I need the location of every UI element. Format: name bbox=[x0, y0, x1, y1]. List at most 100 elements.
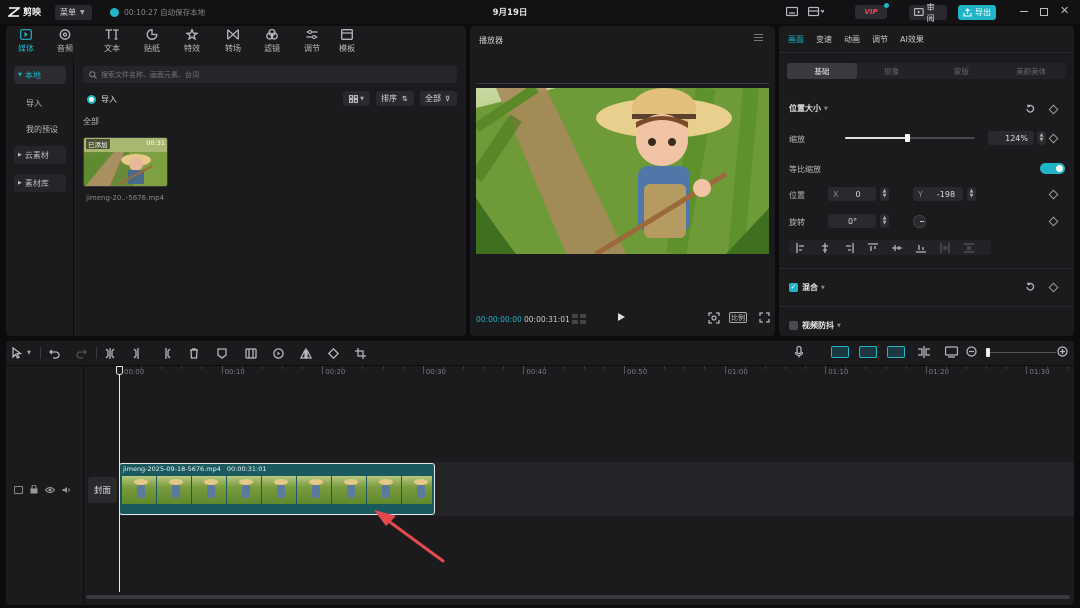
position-x-input[interactable]: X 0 bbox=[828, 187, 876, 201]
speaker-icon[interactable] bbox=[62, 486, 71, 494]
subtab-keying[interactable]: 抠像 bbox=[857, 66, 927, 77]
keyframe-diamond-icon[interactable] bbox=[1048, 104, 1059, 115]
media-search-box[interactable] bbox=[83, 66, 457, 83]
tab-text[interactable]: 文本 bbox=[97, 29, 127, 54]
split-audio-icon[interactable] bbox=[917, 346, 931, 358]
subtab-basic[interactable]: 基础 bbox=[787, 63, 857, 79]
sidebar-item-library[interactable]: ▶ 素材库 bbox=[14, 174, 66, 192]
preview-axis-icon[interactable] bbox=[945, 346, 958, 358]
playhead-handle[interactable] bbox=[116, 366, 123, 375]
scale-slider-thumb[interactable] bbox=[905, 134, 911, 142]
sidebar-item-cloud[interactable]: ▶ 云素材 bbox=[14, 146, 66, 164]
filter-all-button[interactable]: 全部 ⊽ bbox=[420, 91, 457, 106]
split-left-icon[interactable] bbox=[133, 347, 143, 359]
timeline-ruler[interactable]: 00:00 00:10 00:20 00:30 00:40 00:50 01:00 01:10… bbox=[121, 366, 1074, 380]
tab-sticker[interactable]: 贴纸 bbox=[137, 29, 167, 54]
keyframe-diamond-icon[interactable] bbox=[1048, 216, 1059, 227]
subtab-beauty[interactable]: 美颜美体 bbox=[996, 66, 1066, 77]
redo-icon[interactable] bbox=[76, 348, 87, 359]
zoom-slider-thumb[interactable] bbox=[986, 348, 990, 357]
timeline-scrollbar[interactable] bbox=[86, 595, 1070, 599]
tab-speed[interactable]: 变速 bbox=[816, 34, 832, 45]
x-stepper[interactable]: ▲ ▼ bbox=[880, 187, 889, 201]
split-right-icon[interactable] bbox=[161, 347, 171, 359]
crop-icon[interactable] bbox=[354, 347, 366, 359]
align-vcenter-icon[interactable] bbox=[892, 243, 902, 253]
close-icon[interactable]: ✕ bbox=[1060, 4, 1069, 17]
align-top-icon[interactable] bbox=[868, 242, 878, 253]
align-left-icon[interactable] bbox=[796, 242, 806, 253]
align-bottom-icon[interactable] bbox=[916, 243, 926, 253]
play-icon[interactable] bbox=[618, 313, 625, 321]
scale-stepper[interactable]: ▲ ▼ bbox=[1037, 131, 1046, 145]
sidebar-item-local[interactable]: ▼ 本地 bbox=[14, 66, 66, 84]
tab-media[interactable]: 媒体 bbox=[11, 29, 41, 54]
expand-icon[interactable] bbox=[759, 312, 770, 323]
rotate-input[interactable]: 0° bbox=[828, 214, 876, 228]
subtab-mask[interactable]: 蒙版 bbox=[927, 66, 997, 77]
linkage-icon[interactable] bbox=[887, 346, 905, 358]
player-menu-icon[interactable] bbox=[754, 34, 763, 41]
menu-button[interactable]: 菜单 ▼ bbox=[55, 5, 92, 20]
tab-effects[interactable]: 特效 bbox=[177, 27, 207, 54]
lock-icon[interactable] bbox=[30, 485, 38, 494]
split-icon[interactable] bbox=[105, 347, 115, 359]
freeze-frame-icon[interactable] bbox=[245, 347, 257, 359]
playhead-line[interactable] bbox=[119, 366, 120, 592]
distribute-v-icon[interactable] bbox=[964, 242, 974, 253]
eye-icon[interactable] bbox=[45, 486, 55, 494]
export-button[interactable]: 导出 bbox=[958, 5, 996, 20]
position-y-input[interactable]: Y -198 bbox=[913, 187, 963, 201]
track-preview-icon[interactable] bbox=[14, 485, 23, 494]
undo-icon[interactable] bbox=[48, 348, 60, 359]
layout-icon[interactable] bbox=[808, 6, 824, 17]
mirror-icon[interactable] bbox=[299, 347, 312, 359]
search-input[interactable] bbox=[101, 70, 441, 79]
y-stepper[interactable]: ▲ ▼ bbox=[967, 187, 976, 201]
tab-animation[interactable]: 动画 bbox=[844, 34, 860, 45]
keyboard-icon[interactable] bbox=[786, 6, 798, 17]
microphone-icon[interactable] bbox=[795, 346, 803, 358]
cursor-select-icon[interactable] bbox=[12, 347, 22, 359]
minimize-icon[interactable] bbox=[1020, 11, 1028, 12]
tab-template[interactable]: 模板 bbox=[332, 29, 362, 54]
view-toggle[interactable]: ▼ bbox=[343, 91, 370, 106]
review-button[interactable]: 审阅 bbox=[909, 3, 947, 23]
reverse-play-icon[interactable] bbox=[273, 347, 284, 359]
reset-icon[interactable] bbox=[1025, 104, 1035, 114]
sort-button[interactable]: 排序 ⇅ bbox=[376, 91, 414, 106]
tab-filter[interactable]: 滤镜 bbox=[257, 28, 287, 54]
tab-picture[interactable]: 画面 bbox=[788, 34, 804, 45]
vip-button[interactable]: VIP bbox=[855, 3, 889, 19]
ratio-button[interactable]: 比例 bbox=[729, 312, 747, 323]
scale-input[interactable]: 124% bbox=[988, 131, 1034, 145]
cover-button[interactable]: 封面 bbox=[88, 477, 117, 503]
tab-ai-effects[interactable]: AI效果 bbox=[900, 34, 924, 45]
zoom-out-icon[interactable] bbox=[966, 346, 977, 357]
tab-adjust[interactable]: 调节 bbox=[297, 29, 327, 54]
keyframe-diamond-icon[interactable] bbox=[1048, 189, 1059, 200]
sidebar-item-presets[interactable]: 我的预设 bbox=[26, 124, 58, 135]
scale-slider-track[interactable] bbox=[845, 134, 975, 142]
main-track-magnet-icon[interactable] bbox=[831, 346, 849, 358]
marker-icon[interactable] bbox=[217, 347, 227, 359]
stabilize-checkbox[interactable] bbox=[789, 321, 798, 330]
delete-icon[interactable] bbox=[189, 347, 199, 359]
sidebar-item-import[interactable]: 导入 bbox=[26, 98, 42, 109]
media-clip-thumbnail[interactable]: 已添加 00:31 bbox=[83, 137, 168, 187]
tab-adjust-inspector[interactable]: 调节 bbox=[872, 34, 888, 45]
video-preview[interactable] bbox=[476, 88, 769, 254]
tab-audio[interactable]: 音频 bbox=[50, 29, 80, 54]
timeline-video-clip[interactable]: jimeng-2025-09-18-5676.mp4 00:00:31:01 bbox=[119, 463, 435, 515]
keyframe-diamond-icon[interactable] bbox=[1048, 133, 1059, 144]
import-button[interactable]: 导入 bbox=[87, 92, 117, 106]
keyframe-diamond-icon[interactable] bbox=[1048, 282, 1059, 293]
auto-snap-icon[interactable] bbox=[859, 346, 877, 358]
zoom-slider-track[interactable] bbox=[986, 348, 1056, 357]
uniform-scale-toggle[interactable] bbox=[1040, 163, 1065, 174]
zoom-in-icon[interactable] bbox=[1057, 346, 1068, 357]
align-right-icon[interactable] bbox=[844, 242, 854, 253]
rotate-icon[interactable] bbox=[327, 347, 339, 359]
chevron-down-icon[interactable]: ▼ bbox=[27, 350, 31, 356]
tab-transition[interactable]: 转场 bbox=[218, 29, 248, 54]
